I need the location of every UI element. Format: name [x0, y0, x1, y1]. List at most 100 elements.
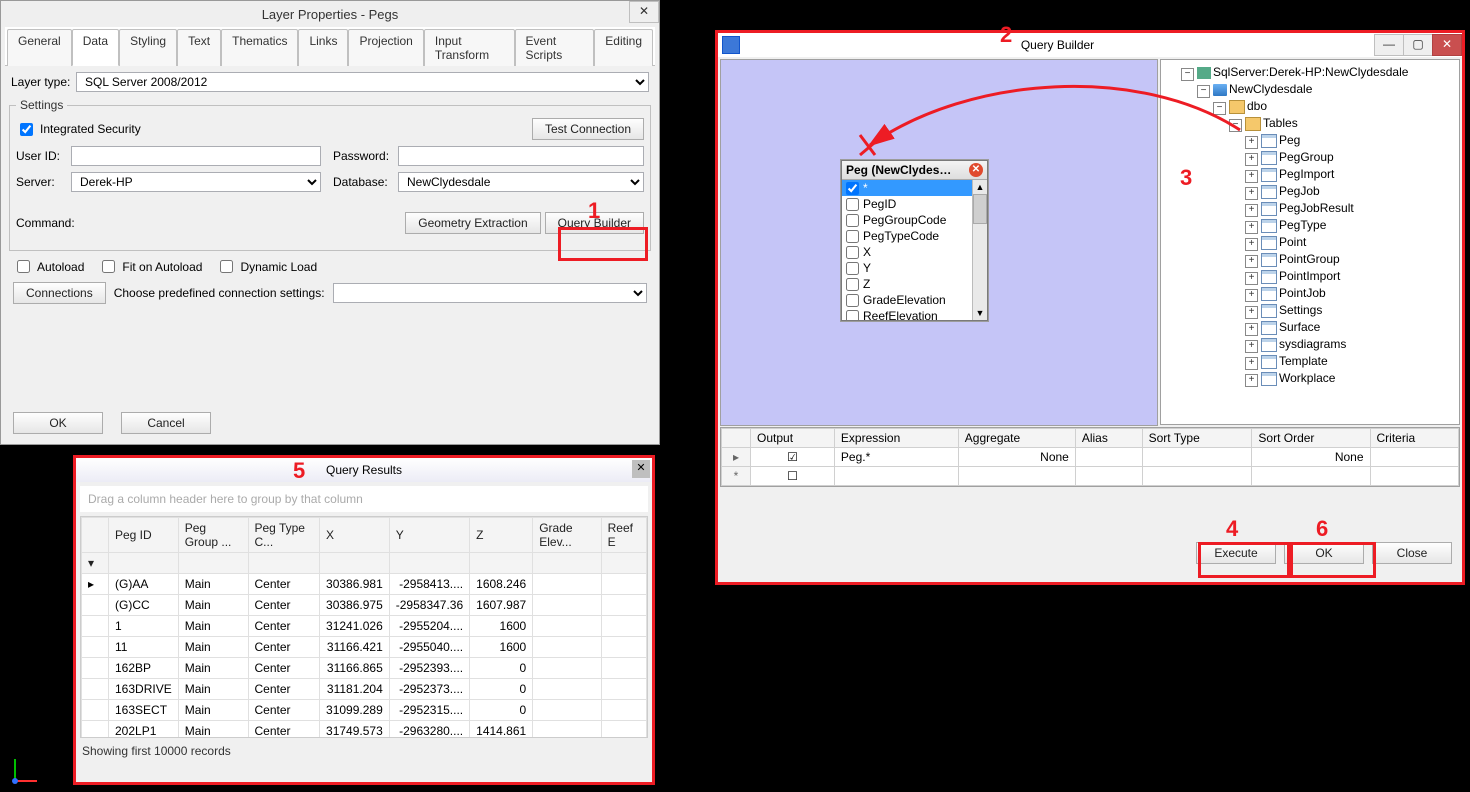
tree-expander[interactable]: + [1245, 306, 1258, 319]
field-row[interactable]: Y [842, 260, 987, 276]
cell[interactable]: 31241.026 [320, 616, 390, 637]
cell[interactable] [533, 700, 601, 721]
tree-table-item[interactable]: +PointImport [1245, 268, 1455, 285]
cell[interactable]: -2955204.... [389, 616, 469, 637]
table-row[interactable]: 202LP1MainCenter31749.573-2963280....141… [82, 721, 647, 739]
cell[interactable] [601, 658, 646, 679]
cell[interactable]: Main [178, 700, 248, 721]
field-row[interactable]: GradeElevation [842, 292, 987, 308]
col-header[interactable]: Peg Type C... [248, 518, 320, 553]
cell[interactable]: Center [248, 637, 320, 658]
grid-header-sorttype[interactable]: Sort Type [1142, 429, 1252, 448]
tree-expander[interactable]: + [1245, 187, 1258, 200]
predefined-connection-select[interactable] [333, 283, 647, 303]
dynamic-load-checkbox[interactable]: Dynamic Load [216, 257, 317, 276]
geometry-extraction-button[interactable]: Geometry Extraction [405, 212, 540, 234]
cell[interactable]: 1414.861 [470, 721, 533, 739]
cell[interactable]: Center [248, 595, 320, 616]
cell[interactable]: 0 [470, 700, 533, 721]
table-row[interactable]: (G)CCMainCenter30386.975-2958347.361607.… [82, 595, 647, 616]
maximize-icon[interactable]: ▢ [1403, 34, 1433, 56]
tab-input-transform[interactable]: Input Transform [424, 29, 515, 66]
tree-expander[interactable]: + [1245, 221, 1258, 234]
peg-table-widget[interactable]: Peg (NewClydes… ✕ * PegID PegGroupCode P… [841, 160, 988, 321]
tree-table-item[interactable]: +PegImport [1245, 166, 1455, 183]
cell[interactable]: -2952373.... [389, 679, 469, 700]
cell[interactable]: Main [178, 574, 248, 595]
cell[interactable]: (G)CC [109, 595, 179, 616]
tree-expander[interactable]: + [1245, 255, 1258, 268]
tree-expander[interactable]: + [1245, 340, 1258, 353]
query-builder-button[interactable]: Query Builder [545, 212, 644, 234]
table-row[interactable]: 11MainCenter31166.421-2955040....1600 [82, 637, 647, 658]
cell[interactable] [601, 574, 646, 595]
connections-button[interactable]: Connections [13, 282, 106, 304]
tree-expander[interactable]: + [1245, 272, 1258, 285]
cell[interactable]: -2952315.... [389, 700, 469, 721]
tree-expander[interactable]: + [1245, 357, 1258, 370]
cell[interactable]: 1600 [470, 616, 533, 637]
tree-table-item[interactable]: +PointJob [1245, 285, 1455, 302]
tree-tables-label[interactable]: Tables [1263, 116, 1298, 130]
cell[interactable]: 31749.573 [320, 721, 390, 739]
tree-table-item[interactable]: +PegJob [1245, 183, 1455, 200]
grid-sorttype-cell[interactable] [1142, 448, 1252, 467]
cell[interactable]: 11 [109, 637, 179, 658]
col-header[interactable]: Y [389, 518, 469, 553]
database-select[interactable]: NewClydesdale [398, 172, 644, 192]
col-header[interactable]: Reef E [601, 518, 646, 553]
cell[interactable]: Center [248, 616, 320, 637]
cell[interactable]: 30386.981 [320, 574, 390, 595]
tab-text[interactable]: Text [177, 29, 221, 66]
cell[interactable]: Center [248, 658, 320, 679]
cell[interactable]: Main [178, 595, 248, 616]
tab-links[interactable]: Links [298, 29, 348, 66]
tree-table-item[interactable]: +Workplace [1245, 370, 1455, 387]
autoload-checkbox[interactable]: Autoload [13, 257, 84, 276]
tab-projection[interactable]: Projection [348, 29, 423, 66]
integrated-security-checkbox[interactable]: Integrated Security [16, 120, 141, 139]
cell[interactable]: (G)AA [109, 574, 179, 595]
cell[interactable]: -2958347.36 [389, 595, 469, 616]
col-header[interactable]: X [320, 518, 390, 553]
close-icon[interactable]: ✕ [1432, 34, 1462, 56]
tree-expander[interactable]: + [1245, 170, 1258, 183]
tree-table-item[interactable]: +Surface [1245, 319, 1455, 336]
scroll-down-icon[interactable]: ▼ [973, 306, 987, 320]
group-hint[interactable]: Drag a column header here to group by th… [80, 486, 648, 512]
cell[interactable]: 0 [470, 679, 533, 700]
col-header[interactable]: Peg ID [109, 518, 179, 553]
cell[interactable] [601, 616, 646, 637]
cell[interactable]: -2952393.... [389, 658, 469, 679]
execute-button[interactable]: Execute [1196, 542, 1276, 564]
tree-schema-label[interactable]: dbo [1247, 99, 1267, 113]
cell[interactable]: 1607.987 [470, 595, 533, 616]
tab-editing[interactable]: Editing [594, 29, 653, 66]
cell[interactable] [533, 637, 601, 658]
cell[interactable]: Main [178, 616, 248, 637]
password-input[interactable] [398, 146, 644, 166]
cell[interactable]: Center [248, 679, 320, 700]
close-icon[interactable]: ✕ [629, 1, 659, 23]
results-grid-wrap[interactable]: Peg ID Peg Group ... Peg Type C... X Y Z… [80, 516, 648, 738]
tab-general[interactable]: General [7, 29, 72, 66]
cancel-button[interactable]: Cancel [121, 412, 211, 434]
cell[interactable] [533, 616, 601, 637]
field-row[interactable]: Z [842, 276, 987, 292]
cell[interactable]: 31099.289 [320, 700, 390, 721]
cell[interactable]: 31181.204 [320, 679, 390, 700]
grid-header-output[interactable]: Output [751, 429, 835, 448]
cell[interactable]: 1608.246 [470, 574, 533, 595]
remove-table-icon[interactable]: ✕ [969, 163, 983, 177]
grid-output-checkbox[interactable]: ☐ [751, 467, 835, 486]
tree-expander[interactable]: + [1245, 374, 1258, 387]
cell[interactable]: Center [248, 574, 320, 595]
grid-header-expression[interactable]: Expression [834, 429, 958, 448]
field-row-star[interactable]: * [842, 180, 987, 196]
tree-expander[interactable]: + [1245, 238, 1258, 251]
tab-event-scripts[interactable]: Event Scripts [515, 29, 595, 66]
tab-data[interactable]: Data [72, 29, 119, 66]
col-header[interactable]: Grade Elev... [533, 518, 601, 553]
table-row[interactable]: 1MainCenter31241.026-2955204....1600 [82, 616, 647, 637]
grid-expression-cell[interactable]: Peg.* [834, 448, 958, 467]
